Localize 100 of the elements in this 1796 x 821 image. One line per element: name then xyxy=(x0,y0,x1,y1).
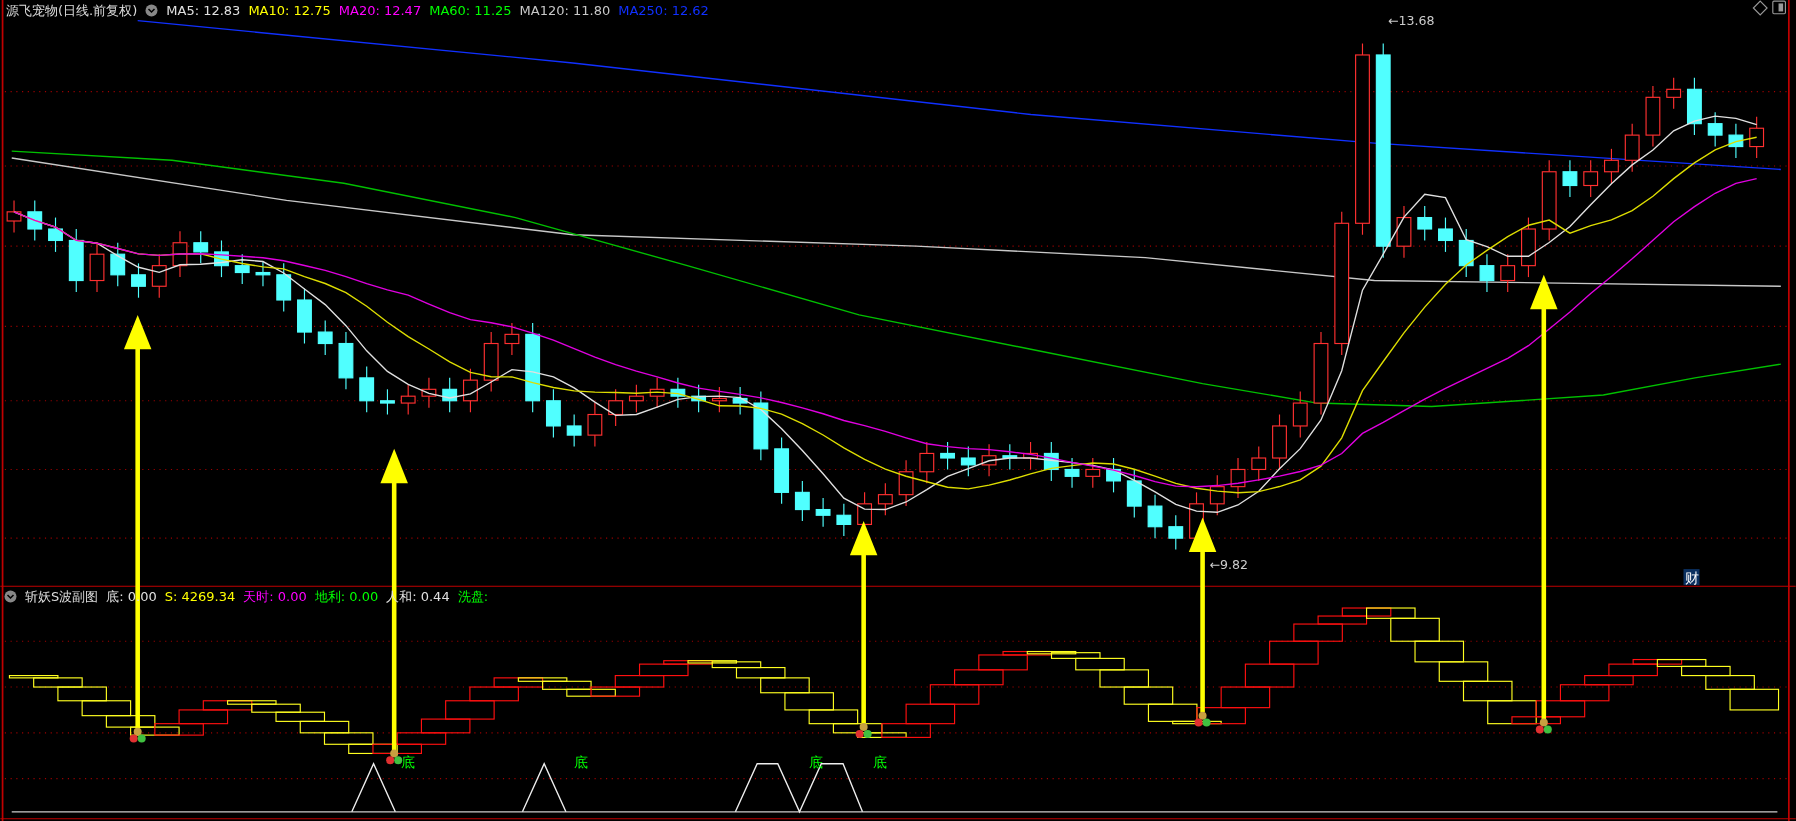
balls-icon xyxy=(129,727,146,743)
indicator-value: 地利: 0.00 xyxy=(314,588,379,606)
candle xyxy=(1168,514,1184,551)
candle xyxy=(1479,253,1495,293)
badge: 财 xyxy=(1683,569,1700,586)
wave-step xyxy=(81,700,132,717)
candle xyxy=(753,391,769,461)
balls-icon xyxy=(1535,718,1552,734)
candle xyxy=(1147,494,1163,539)
candle xyxy=(234,253,250,285)
candle xyxy=(691,384,707,413)
candle xyxy=(774,436,790,505)
candle xyxy=(608,388,624,427)
dropdown-icon[interactable] xyxy=(145,4,159,18)
candle xyxy=(794,480,810,522)
wave-step xyxy=(445,700,495,720)
balls-icon xyxy=(386,749,403,765)
chart-title: 斩妖S波副图 xyxy=(25,588,99,606)
candle xyxy=(1230,457,1246,499)
candle xyxy=(1604,148,1619,184)
candle xyxy=(1686,77,1702,136)
candle xyxy=(110,242,126,287)
candle xyxy=(1583,159,1599,198)
wave-step xyxy=(105,715,156,728)
candle xyxy=(628,384,644,413)
candle xyxy=(545,388,561,438)
candle xyxy=(1707,111,1723,148)
candle xyxy=(255,260,271,287)
candle xyxy=(1438,217,1453,253)
candle xyxy=(462,368,478,413)
panel-icon xyxy=(1772,0,1786,15)
candle xyxy=(1728,123,1744,159)
wave-step xyxy=(929,684,980,705)
candle xyxy=(649,377,665,409)
candle xyxy=(172,230,188,278)
candle xyxy=(1251,446,1267,482)
candle xyxy=(898,459,914,507)
candle xyxy=(940,441,955,471)
wave-step xyxy=(299,720,350,734)
indicator-value: MA60: 11.25 xyxy=(429,2,512,20)
wave-step xyxy=(396,732,447,745)
wave-step xyxy=(1220,686,1271,709)
price-label: ←13.68 xyxy=(1388,13,1435,29)
candle xyxy=(566,413,582,448)
candle xyxy=(587,402,603,448)
wave-step xyxy=(154,723,204,736)
candle xyxy=(483,331,499,393)
candle xyxy=(193,230,209,264)
wave-step xyxy=(1244,663,1295,688)
candle xyxy=(1562,159,1578,198)
candle xyxy=(1666,77,1682,110)
candle xyxy=(877,482,893,516)
candle xyxy=(1043,441,1059,482)
candle xyxy=(338,331,354,390)
wave-step xyxy=(372,743,422,754)
candle xyxy=(1085,457,1101,489)
diamond-icon xyxy=(1752,0,1768,16)
balls-icon xyxy=(855,723,872,738)
indicator-value: MA20: 12.47 xyxy=(338,2,422,20)
bottom-marker: 底 xyxy=(401,754,416,771)
wave-step xyxy=(954,669,1004,686)
wave-step xyxy=(784,692,834,711)
wave-step xyxy=(1462,680,1513,702)
chart-title: 源飞宠物(日线.前复权) xyxy=(6,2,138,20)
peak-line xyxy=(351,762,396,813)
peak-line xyxy=(521,762,567,813)
candle xyxy=(1272,413,1287,471)
candle xyxy=(919,441,935,484)
bottom-marker: 底 xyxy=(573,754,588,771)
price-label: ←9.82 xyxy=(1209,557,1248,573)
candle xyxy=(214,239,229,278)
candle xyxy=(359,365,375,413)
candle xyxy=(1126,468,1142,519)
candle xyxy=(504,322,520,356)
indicator-value: 洗盘: xyxy=(457,588,489,606)
candle xyxy=(1417,205,1433,242)
wave-step xyxy=(323,732,374,745)
candle xyxy=(68,228,84,293)
candle xyxy=(48,217,63,253)
candle xyxy=(317,320,333,356)
indicator-value: MA120: 11.80 xyxy=(519,2,611,20)
candle xyxy=(442,377,458,413)
candle xyxy=(1749,116,1765,159)
candle xyxy=(1500,253,1516,293)
candle xyxy=(421,377,437,409)
indicator-value: MA250: 12.62 xyxy=(618,2,709,20)
candle xyxy=(6,199,22,233)
wave-step xyxy=(1414,640,1465,663)
balls-icon xyxy=(1194,711,1211,727)
candle xyxy=(1396,205,1412,259)
wave-step xyxy=(1099,669,1150,688)
bottom-marker: 底 xyxy=(872,754,887,771)
wave-step xyxy=(760,677,810,694)
candle xyxy=(380,388,395,416)
candle xyxy=(1624,123,1640,173)
wave-step xyxy=(420,718,471,734)
candle xyxy=(670,377,686,409)
candle xyxy=(1002,443,1018,471)
dropdown-icon[interactable] xyxy=(4,590,17,604)
candle xyxy=(151,253,167,299)
